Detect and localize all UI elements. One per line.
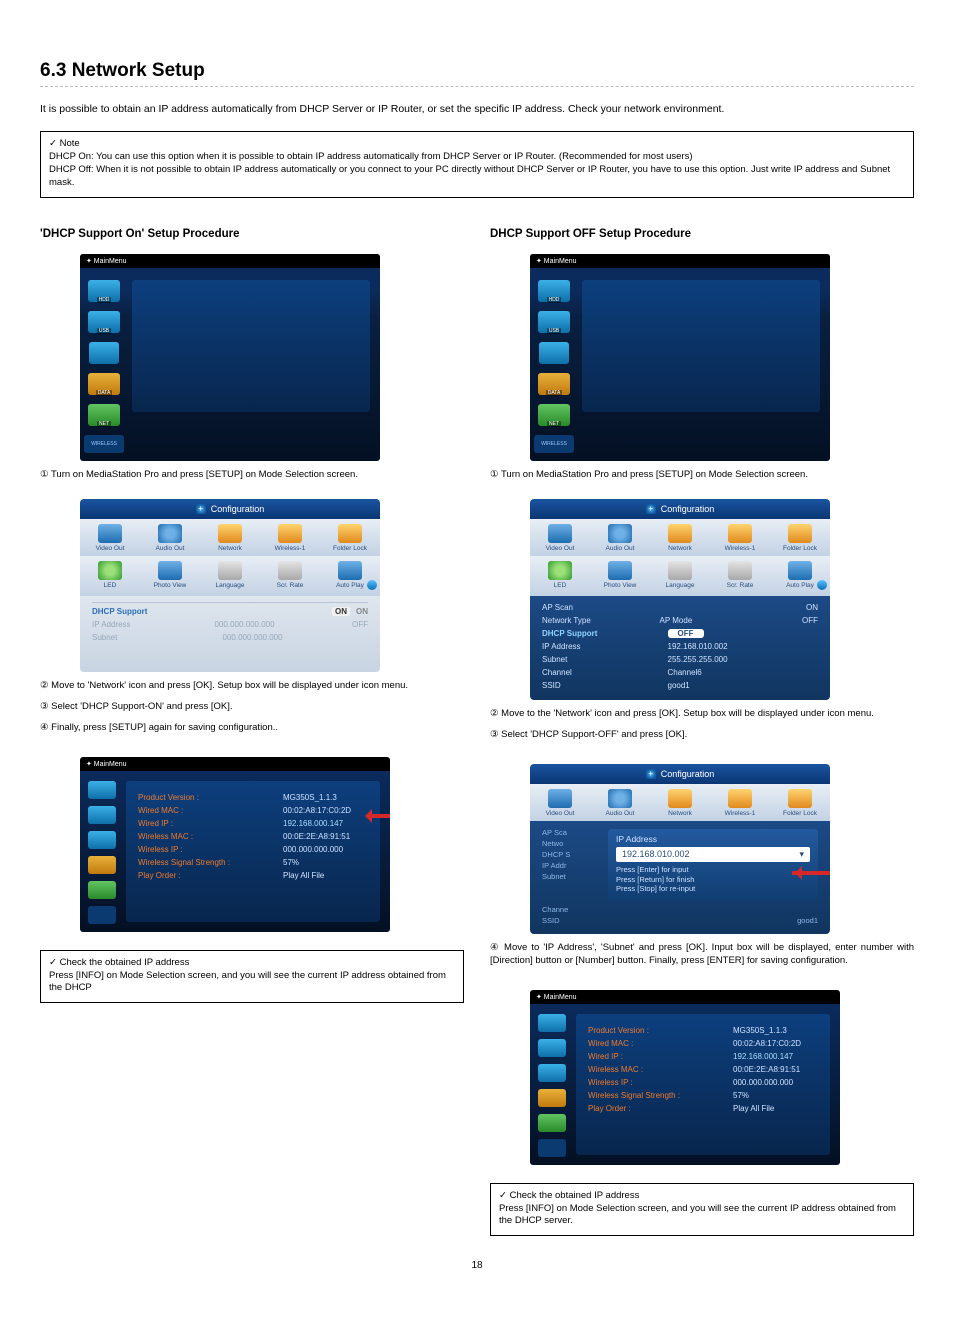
pc-icon <box>89 342 119 364</box>
wireless-label <box>88 906 116 924</box>
screenshot-mainmenu-right: ✦ MainMenu HDD USB DATA NET WIRELESS <box>530 254 830 461</box>
left-step-1: ① Turn on MediaStation Pro and press [SE… <box>40 469 464 482</box>
ip-dialog-title: IP Address <box>616 834 810 844</box>
usb-icon <box>88 806 116 824</box>
right-step-4: ④ Move to 'IP Address', 'Subnet' and pre… <box>490 942 914 968</box>
hdd-icon: HDD <box>538 280 570 302</box>
left-column: 'DHCP Support On' Setup Procedure ✦ Main… <box>40 228 464 1004</box>
right-tip-box: ✓ Check the obtained IP address Press [I… <box>490 1183 914 1236</box>
usb-icon <box>538 1039 566 1057</box>
data-icon <box>88 856 116 874</box>
led-icon <box>98 561 122 580</box>
scr-rate-icon <box>278 561 302 580</box>
note-label: ✓ Note <box>49 138 905 151</box>
screenshot-ip-address-dialog: Configuration Video Out Audio Out Networ… <box>530 764 830 934</box>
dhcp-support-label: DHCP Support <box>92 607 187 616</box>
usb-icon: USB <box>88 311 120 333</box>
screenshot-mainmenu-left: ✦ MainMenu HDD USB DATA NET WIRELESS <box>80 254 380 461</box>
wireless-label: WIRELESS <box>84 435 124 453</box>
separator <box>40 86 914 87</box>
usb-icon: USB <box>538 311 570 333</box>
section-heading: 6.3 Network Setup <box>40 60 914 82</box>
gear-icon <box>196 504 206 514</box>
right-heading: DHCP Support OFF Setup Procedure <box>490 228 914 240</box>
config-title: Configuration <box>211 504 265 514</box>
left-tip-label: ✓ Check the obtained IP address <box>49 957 455 970</box>
left-heading: 'DHCP Support On' Setup Procedure <box>40 228 464 240</box>
note-box: ✓ Note DHCP On: You can use this option … <box>40 131 914 197</box>
data-icon <box>538 1089 566 1107</box>
subnet-label: Subnet <box>92 633 187 642</box>
note-line-1: DHCP On: You can use this option when it… <box>49 151 905 164</box>
hdd-icon <box>88 781 116 799</box>
right-column: DHCP Support OFF Setup Procedure ✦ MainM… <box>490 228 914 1237</box>
pc-icon <box>539 342 569 364</box>
note-line-2: DHCP Off: When it is not possible to obt… <box>49 164 905 190</box>
wireless-label: WIRELESS <box>534 435 574 453</box>
left-step-2: ② Move to 'Network' icon and press [OK].… <box>40 680 464 693</box>
auto-play-icon <box>338 561 362 580</box>
arrow-icon <box>792 866 830 880</box>
hdd-icon: HDD <box>88 280 120 302</box>
right-step-3: ③ Select 'DHCP Support-OFF' and press [O… <box>490 729 914 742</box>
gear-icon <box>646 769 656 779</box>
data-icon: DATA <box>538 373 570 395</box>
audio-out-icon <box>158 524 182 543</box>
wireless-tab-icon <box>278 524 302 543</box>
left-step-4: ④ Finally, press [SETUP] again for savin… <box>40 722 464 735</box>
language-icon <box>218 561 242 580</box>
screenshot-info-left: ✦ MainMenu Product Version :MG350S_1.1.3… <box>80 757 390 932</box>
folder-lock-icon <box>338 524 362 543</box>
pc-icon <box>538 1064 566 1082</box>
wireless-icon: NET <box>88 404 120 426</box>
screenshot-config-dhcp-off: Configuration Video Out Audio Out Networ… <box>530 499 830 700</box>
data-icon: DATA <box>88 373 120 395</box>
screenshot-config-dhcp-on: Configuration Video Out Audio Out Networ… <box>80 499 380 672</box>
pc-icon <box>88 831 116 849</box>
intro-text: It is possible to obtain an IP address a… <box>40 101 914 117</box>
right-tip-label: ✓ Check the obtained IP address <box>499 1190 905 1203</box>
wireless-icon <box>88 881 116 899</box>
photo-view-icon <box>158 561 182 580</box>
right-tip-body: Press [INFO] on Mode Selection screen, a… <box>499 1203 905 1229</box>
left-step-3: ③ Select 'DHCP Support-ON' and press [OK… <box>40 701 464 714</box>
left-tip-body: Press [INFO] on Mode Selection screen, a… <box>49 970 455 996</box>
right-step-1: ① Turn on MediaStation Pro and press [SE… <box>490 469 914 482</box>
video-out-icon <box>98 524 122 543</box>
right-step-2: ② Move to the 'Network' icon and press [… <box>490 708 914 721</box>
screenshot-info-right: ✦ MainMenu Product Version :MG350S_1.1.3… <box>530 990 840 1165</box>
network-icon <box>218 524 242 543</box>
ip-address-label: IP Address <box>92 620 187 629</box>
wireless-icon: NET <box>538 404 570 426</box>
left-tip-box: ✓ Check the obtained IP address Press [I… <box>40 950 464 1003</box>
hdd-icon <box>538 1014 566 1032</box>
wireless-label <box>538 1139 566 1157</box>
gear-icon <box>646 504 656 514</box>
arrow-icon <box>358 809 390 823</box>
mainmenu-title: ✦ MainMenu <box>80 257 127 265</box>
page-number: 18 <box>40 1260 914 1271</box>
ip-input-field: 192.168.010.002▾ <box>616 847 810 862</box>
wireless-icon <box>538 1114 566 1132</box>
